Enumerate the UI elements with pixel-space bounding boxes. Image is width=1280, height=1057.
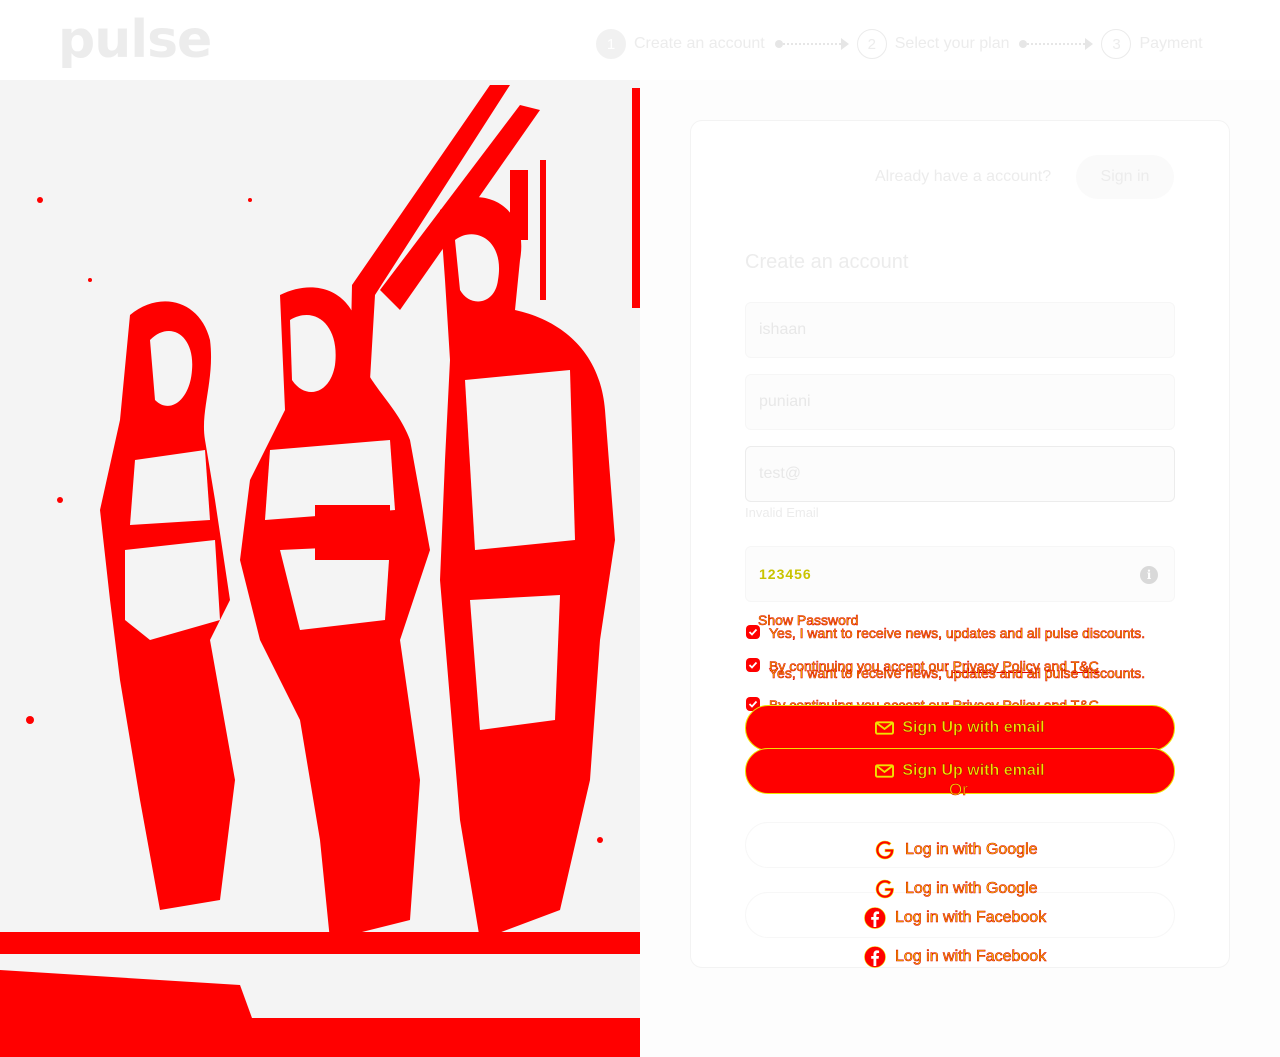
info-icon[interactable]: i	[1140, 566, 1158, 584]
step-3-label: Payment	[1139, 35, 1203, 52]
step-3-number: 3	[1101, 29, 1132, 59]
google-icon	[875, 879, 894, 899]
step-2-number: 2	[856, 29, 887, 59]
step-2-label: Select your plan	[894, 35, 1010, 52]
check-icon	[748, 628, 758, 636]
facebook-login-label: Log in with Facebook	[895, 909, 1047, 927]
news-checkbox[interactable]	[746, 625, 760, 639]
step-1-number: 1	[596, 29, 626, 59]
sign-in-button[interactable]: Sign in	[1076, 155, 1174, 199]
step-arrow-icon	[774, 38, 849, 50]
first-name-input[interactable]: ishaan	[745, 302, 1175, 358]
news-checkbox-label-duplicate: Yes, I want to receive news, updates and…	[769, 665, 1146, 682]
top-header: pulse 1 Create an account 2 Select your …	[0, 0, 1280, 80]
google-login-row[interactable]: Log in with Google	[873, 838, 1038, 862]
signup-email-label: Sign Up with email	[902, 762, 1045, 780]
email-error-text: Invalid Email	[745, 505, 819, 520]
facebook-icon	[864, 907, 886, 929]
terms-checkbox[interactable]	[746, 658, 760, 672]
password-value: 123456	[759, 566, 812, 582]
google-login-label: Log in with Google	[905, 880, 1038, 898]
mail-icon	[875, 721, 895, 735]
mail-icon	[875, 764, 895, 778]
google-icon	[875, 840, 894, 860]
email-value: test@	[759, 465, 802, 482]
or-divider: Or	[949, 780, 968, 800]
google-login-label: Log in with Google	[905, 841, 1038, 859]
step-1-label: Create an account	[634, 35, 765, 52]
facebook-login-row[interactable]: Log in with Facebook	[863, 906, 1047, 930]
form-title: Create an account	[745, 251, 909, 273]
hero-photo	[0, 80, 640, 1057]
people-photo-icon	[0, 85, 640, 1057]
check-icon	[748, 661, 758, 669]
first-name-value: ishaan	[759, 321, 807, 338]
signup-stepper: 1 Create an account 2 Select your plan 3…	[596, 28, 1213, 60]
last-name-value: puniani	[759, 393, 811, 410]
signup-email-label: Sign Up with email	[902, 719, 1045, 737]
signup-email-button[interactable]: Sign Up with email	[745, 705, 1175, 751]
facebook-login-label: Log in with Facebook	[895, 948, 1047, 966]
have-account-text: Already have a account?	[875, 168, 1052, 185]
email-input[interactable]: test@	[745, 446, 1175, 502]
google-login-row-duplicate[interactable]: Log in with Google	[873, 877, 1038, 901]
facebook-icon	[864, 946, 886, 968]
facebook-login-row-duplicate[interactable]: Log in with Facebook	[863, 945, 1047, 969]
step-arrow-icon	[1019, 38, 1094, 50]
news-checkbox-label: Yes, I want to receive news, updates and…	[769, 625, 1146, 642]
last-name-input[interactable]: puniani	[745, 374, 1175, 430]
password-input[interactable]: 123456 i	[745, 546, 1175, 602]
pulse-logo[interactable]: pulse	[58, 10, 212, 70]
